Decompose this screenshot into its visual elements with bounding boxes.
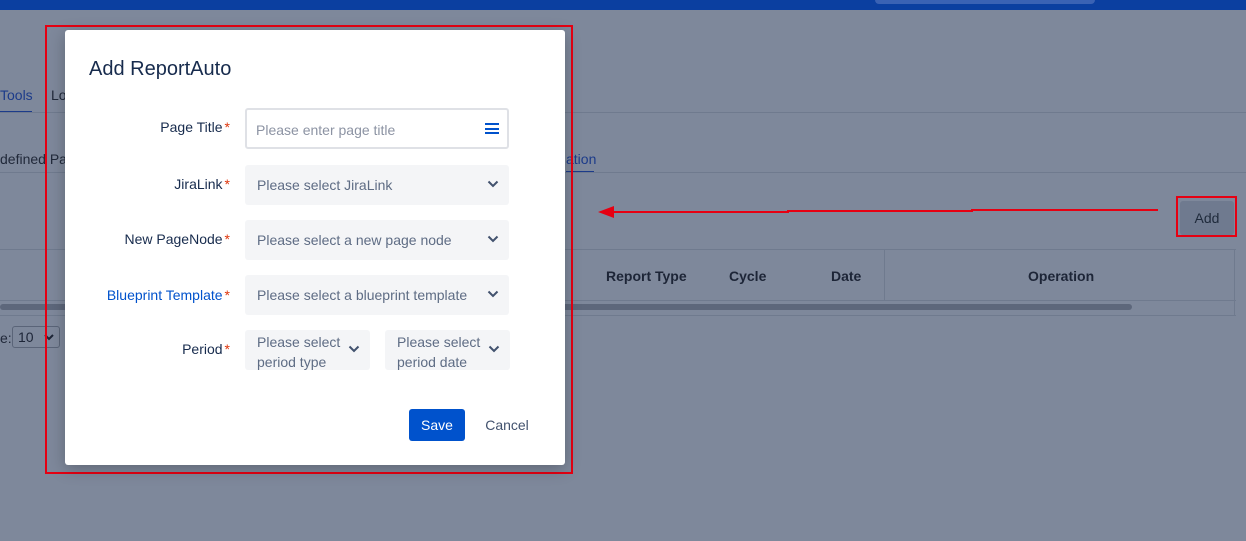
jira-link-label: JiraLink * — [65, 176, 230, 192]
chevron-down-icon — [487, 290, 499, 298]
required-mark: * — [224, 287, 230, 303]
hamburger-menu-icon[interactable] — [485, 123, 499, 134]
jira-link-placeholder: Please select JiraLink — [257, 177, 393, 193]
page-size-value: 10 — [18, 329, 34, 345]
blueprint-template-placeholder: Please select a blueprint template — [257, 287, 468, 303]
table-right-border — [1234, 249, 1235, 315]
new-page-node-label-text: New PageNode — [124, 231, 223, 247]
chevron-down-icon — [487, 180, 499, 188]
new-page-node-select[interactable]: Please select a new page node — [245, 220, 509, 260]
required-mark: * — [224, 341, 230, 357]
column-cycle: Cycle — [729, 268, 767, 284]
column-report-type: Report Type — [606, 268, 687, 284]
blueprint-template-label: Blueprint Template * — [65, 287, 230, 303]
blueprint-template-select[interactable]: Please select a blueprint template — [245, 275, 509, 315]
cancel-button[interactable]: Cancel — [475, 409, 539, 441]
column-operation: Operation — [1028, 268, 1095, 284]
period-label-text: Period — [182, 341, 223, 357]
page-title-label-text: Page Title — [160, 119, 223, 135]
chevron-down-icon — [488, 345, 500, 353]
period-label: Period * — [65, 341, 230, 357]
jira-link-select[interactable]: Please select JiraLink — [245, 165, 509, 205]
tab-tools[interactable]: Tools — [0, 87, 33, 103]
modal-title: Add ReportAuto — [89, 58, 232, 80]
required-mark: * — [224, 176, 230, 192]
period-type-select[interactable]: Please select period type — [245, 330, 370, 370]
period-type-placeholder: Please select period type — [257, 334, 341, 370]
page-title-label: Page Title * — [65, 119, 230, 135]
top-search-box[interactable] — [875, 0, 1095, 4]
page-title-field[interactable] — [245, 108, 509, 149]
column-date: Date — [831, 268, 862, 284]
period-date-placeholder: Please select period date — [397, 334, 481, 370]
column-divider — [884, 250, 885, 300]
required-mark: * — [224, 231, 230, 247]
required-mark: * — [224, 119, 230, 135]
arrow-left-icon — [598, 206, 1158, 218]
chevron-down-icon — [487, 235, 499, 243]
add-report-modal: Add ReportAuto Page Title* JiraLink* Ple… — [65, 30, 565, 465]
period-date-select[interactable]: Please select period date — [385, 330, 510, 370]
new-page-node-placeholder: Please select a new page node — [257, 232, 452, 248]
page-size-label: e: — [0, 330, 12, 346]
page-title-input[interactable] — [254, 110, 478, 149]
save-button[interactable]: Save — [409, 409, 465, 441]
blueprint-template-link[interactable]: Blueprint Template — [107, 287, 223, 303]
annotation-box-add — [1176, 196, 1237, 237]
jira-link-label-text: JiraLink — [174, 176, 223, 192]
new-page-node-label: New PageNode * — [65, 231, 230, 247]
chevron-down-icon — [348, 345, 360, 353]
